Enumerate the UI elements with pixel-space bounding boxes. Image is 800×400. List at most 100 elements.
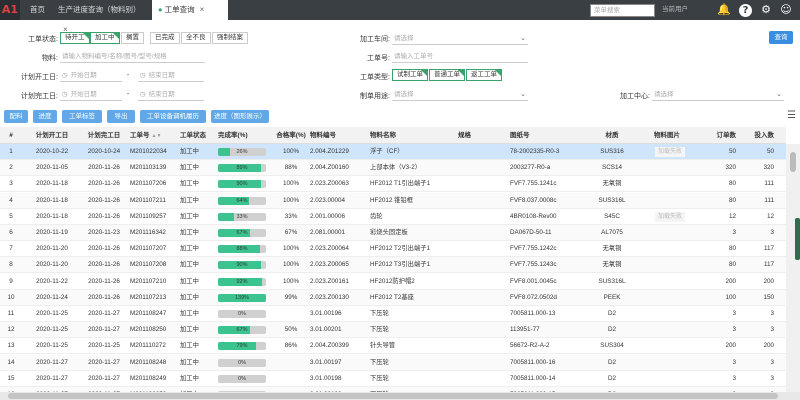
type-chip-rework[interactable]: 返工工单 xyxy=(466,69,502,81)
status-chip-processing[interactable]: 加工中 xyxy=(90,32,120,44)
cell-spec xyxy=(458,274,498,290)
col-header-label: 规格 xyxy=(458,132,471,139)
cell-input-qty: 12 xyxy=(766,212,774,220)
cell-pass-rate xyxy=(276,371,306,387)
close-icon[interactable]: × xyxy=(200,5,205,14)
col-header-pass-rate[interactable]: 合格率(%) xyxy=(276,127,306,144)
table-row[interactable]: 10 2020-11-24 2020-11-26 M201107213 加工中 139% 9… xyxy=(0,289,786,306)
status-chip-all-defective[interactable]: 全不良 xyxy=(181,32,211,44)
horizontal-scrollbar[interactable] xyxy=(0,392,800,400)
cell-spec xyxy=(458,355,498,371)
user-icon[interactable]: ☺ xyxy=(779,3,793,17)
cell-drawing-no: FVF7.755.1242c xyxy=(510,245,557,253)
col-header-material-name[interactable]: 物料名称 xyxy=(370,127,456,144)
cell-wo-no: M201108248 xyxy=(130,358,167,366)
col-header-input-qty[interactable]: 投入数 xyxy=(740,127,775,144)
work-center-label: 加工中心: xyxy=(620,93,650,100)
calendar-icon: ◷ xyxy=(62,91,68,98)
cell-status: 加工中 xyxy=(180,277,199,285)
workshop-select[interactable]: 请选择 ⌄ xyxy=(392,32,528,45)
col-header-spec[interactable]: 规格 xyxy=(458,127,498,144)
current-user[interactable]: 当前用户 xyxy=(662,0,688,20)
work-order-status-label: 工单状态: xyxy=(28,36,58,43)
material-input[interactable]: 请输入物料编号/名称/图号/型号/规格 xyxy=(60,50,205,63)
type-chip-trial[interactable]: 试制工单 xyxy=(392,69,428,81)
menu-search-input[interactable]: 菜单搜索 xyxy=(590,4,655,17)
table-row[interactable]: 2 2020-11-05 2020-11-26 M201103139 加工中 89% 88%… xyxy=(0,160,786,177)
table-row[interactable]: 13 2020-11-25 2020-11-25 M201110272 加工中 79% 86… xyxy=(0,338,786,355)
cell-material-name: 浮子（CF） xyxy=(370,148,404,155)
cell-material: 无氧铜 xyxy=(602,245,622,253)
col-header-image[interactable]: 物料图片 xyxy=(645,127,689,144)
col-header-plan-end[interactable]: 计划完工日 xyxy=(80,127,128,144)
column-menu-icon[interactable]: ☰ xyxy=(787,110,796,122)
status-chip-pending[interactable]: 待开工 xyxy=(60,32,90,44)
table-row[interactable]: 12 2020-11-25 2020-11-27 M201108250 加工中 67% 50… xyxy=(0,322,786,339)
col-header-index[interactable]: # xyxy=(4,127,18,144)
batching-button[interactable]: 配料 xyxy=(4,110,28,123)
cell-drawing-no: FVF8.001.0045c xyxy=(510,277,557,285)
col-header-order-qty[interactable]: 订单数 xyxy=(696,127,737,144)
col-header-plan-start[interactable]: 计划开工日 xyxy=(28,127,76,144)
col-header-label: 物料图片 xyxy=(654,132,680,139)
order-purpose-select[interactable]: 请选择 ⌄ xyxy=(392,88,528,101)
order-purpose-placeholder: 请选择 xyxy=(394,91,414,98)
table-row[interactable]: 6 2020-11-19 2020-11-23 M201116342 加工中 67% 67%… xyxy=(0,225,786,241)
cell-plan-start: 2020-11-19 xyxy=(36,229,68,236)
table-row[interactable]: 9 2020-11-22 2020-11-26 M201107210 加工中 92% 100… xyxy=(0,274,786,290)
scrollbar-thumb[interactable] xyxy=(790,152,796,172)
cell-plan-end: 2020-11-23 xyxy=(88,229,120,236)
col-header-completion[interactable]: 完成率(%) xyxy=(218,127,272,144)
type-chip-normal[interactable]: 普通工单 xyxy=(429,69,465,81)
progress-button[interactable]: 进度 xyxy=(33,110,57,123)
table-row[interactable]: 15 2020-11-27 2020-11-27 M201108249 加工中 0% 3.0… xyxy=(0,371,786,387)
calendar-icon: ◷ xyxy=(62,72,68,79)
sort-icon[interactable]: ▲▼ xyxy=(152,133,162,139)
vertical-scrollbar[interactable] xyxy=(786,144,800,392)
plan-start-to-input[interactable]: ◷ 结束日期 xyxy=(138,69,204,82)
cell-drawing-no: 7005811.000-16 xyxy=(510,358,556,366)
completion-rate-text: 67% xyxy=(236,230,248,236)
table-row[interactable]: 4 2020-11-18 2020-11-26 M201107211 加工中 64% 100… xyxy=(0,192,786,209)
help-icon[interactable]: ? xyxy=(739,4,752,17)
plan-start-from-input[interactable]: ◷ 开始日期 xyxy=(60,69,122,82)
progress-chart-button[interactable]: 进度（图形展示） xyxy=(211,110,269,123)
col-header-material[interactable]: 材质 xyxy=(590,127,634,144)
cell-material: PEEK xyxy=(603,293,621,301)
work-order-label-button[interactable]: 工单标签 xyxy=(62,110,102,123)
plan-end-from-input[interactable]: ◷ 开始日期 xyxy=(60,88,122,101)
cell-index: 1 xyxy=(9,148,13,155)
equipment-history-button[interactable]: 工单设备调机履历 xyxy=(140,110,206,123)
table-row[interactable]: 8 2020-11-20 2020-11-26 M201107208 加工中 90% 100… xyxy=(0,257,786,274)
col-header-drawing-no[interactable]: 图纸号 xyxy=(510,127,586,144)
col-header-material-code[interactable]: 物料编号 xyxy=(310,127,358,144)
table-row[interactable]: 1 2020-10-22 2020-10-24 M201022034 加工中 26% 100… xyxy=(0,144,786,160)
cell-material: 无氧铜 xyxy=(602,261,622,269)
table-row[interactable]: 5 2020-11-18 2020-11-26 M201109257 加工中 33% 33%… xyxy=(0,209,786,225)
work-order-no-input[interactable]: 请输入工单号 xyxy=(392,50,528,63)
table-row[interactable]: 14 2020-11-27 2020-11-27 M201108248 加工中 0% 3.0… xyxy=(0,354,786,371)
tab-production-progress[interactable]: 生产进度查询（物料别）× xyxy=(52,0,150,34)
table-row[interactable]: 3 2020-11-18 2020-11-26 M201107206 加工中 90% 100… xyxy=(0,176,786,193)
query-button[interactable]: 查询 xyxy=(769,31,793,44)
status-chip-force-closed[interactable]: 强制结案 xyxy=(212,32,248,44)
cell-material: D2 xyxy=(607,358,617,366)
table-row[interactable]: 7 2020-11-20 2020-11-26 M201107207 加工中 88% 100… xyxy=(0,241,786,258)
cell-wo-no: M201107207 xyxy=(130,245,167,253)
col-header-wo-no[interactable]: 工单号 ▲▼ xyxy=(130,127,176,145)
bell-icon[interactable]: 🔔 xyxy=(717,3,731,17)
cell-input-qty: 3 xyxy=(770,310,774,317)
tab-work-order-query[interactable]: ● 工单查询 × xyxy=(152,0,228,20)
status-chip-onhold[interactable]: 搁置 xyxy=(121,32,144,44)
status-chip-completed[interactable]: 已完成 xyxy=(150,32,180,44)
side-panel-handle[interactable] xyxy=(795,218,800,260)
work-center-select[interactable]: 请选择 ⌄ xyxy=(652,88,784,101)
export-button[interactable]: 导出 xyxy=(107,110,135,123)
scrollbar-thumb[interactable] xyxy=(8,393,778,399)
tab-home[interactable]: 首页 xyxy=(24,0,52,20)
col-header-status[interactable]: 工单状态 xyxy=(180,127,214,144)
gear-icon[interactable]: ⚙ xyxy=(759,3,773,17)
plan-end-to-input[interactable]: ◷ 结束日期 xyxy=(138,88,204,101)
table-row[interactable]: 11 2020-11-25 2020-11-27 M201108247 加工中 0% 3.0… xyxy=(0,306,786,322)
cell-material-code: 2.023.Z00130 xyxy=(310,293,349,301)
